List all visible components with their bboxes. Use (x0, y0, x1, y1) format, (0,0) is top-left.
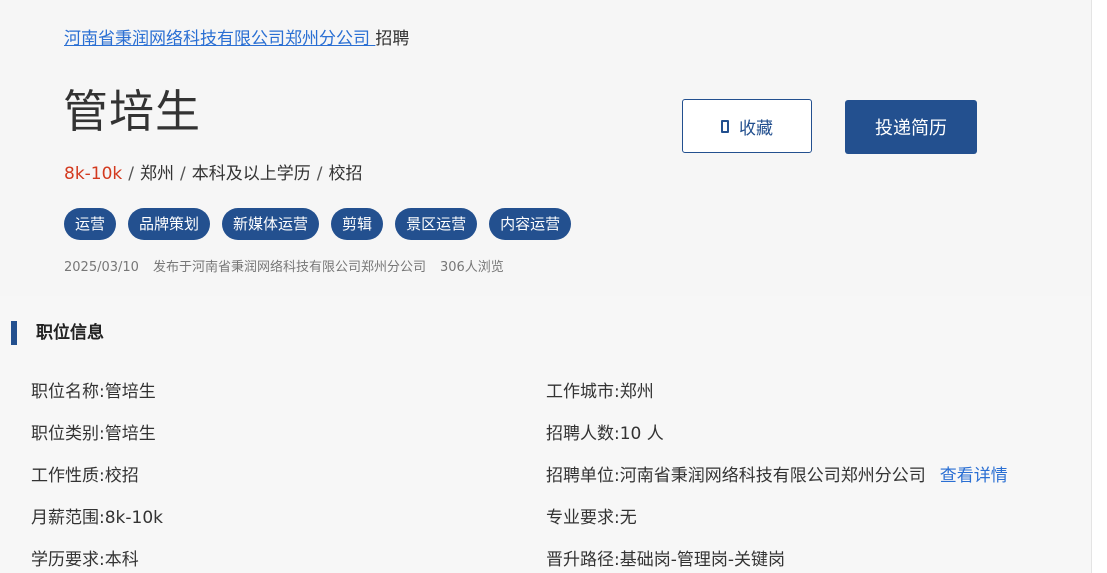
info-label: 招聘人数: (546, 424, 620, 444)
info-salary-range: 月薪范围:8k-10k (31, 506, 163, 530)
info-value: 河南省秉润网络科技有限公司郑州分公司 (619, 466, 926, 486)
city-text: 郑州 (140, 164, 175, 184)
info-value: 10 人 (619, 424, 664, 444)
job-detail-page: 河南省秉润网络科技有限公司郑州分公司 招聘 管培生 8k-10k / 郑州 / 本科及以… (0, 0, 1107, 573)
collect-button[interactable]: 收藏 (682, 99, 812, 153)
job-summary: 8k-10k / 郑州 / 本科及以上学历 / 校招 (64, 162, 362, 186)
info-value: 无 (619, 508, 637, 528)
section-title: 职位信息 (36, 323, 104, 343)
job-meta: 2025/03/10 发布于河南省秉润网络科技有限公司郑州分公司 306人浏览 (64, 259, 518, 277)
info-label: 工作性质: (31, 466, 105, 486)
info-value: 管培生 (104, 382, 156, 402)
apply-resume-button[interactable]: 投递简历 (845, 100, 977, 154)
tag: 运营 (64, 208, 117, 240)
info-headcount: 招聘人数:10 人 (546, 422, 664, 446)
info-value: 校招 (104, 466, 139, 486)
info-major-requirement: 专业要求:无 (546, 506, 637, 530)
skill-tags: 运营 品牌策划 新媒体运营 剪辑 景区运营 内容运营 (64, 208, 572, 240)
publish-date: 2025/03/10 (64, 260, 139, 275)
info-value: 基础岗-管理岗-关键岗 (619, 550, 786, 570)
job-type-text: 校招 (328, 164, 363, 184)
info-work-nature: 工作性质:校招 (31, 464, 139, 488)
tag: 景区运营 (395, 208, 478, 240)
info-value: 郑州 (619, 382, 654, 402)
view-details-link[interactable]: 查看详情 (940, 466, 1008, 486)
view-count: 306人浏览 (439, 260, 504, 275)
info-label: 职位类别: (31, 424, 105, 444)
salary-text: 8k-10k (64, 164, 123, 184)
info-label: 工作城市: (546, 382, 620, 402)
apply-label: 投递简历 (875, 118, 947, 139)
info-promotion-path: 晋升路径:基础岗-管理岗-关键岗 (546, 548, 785, 572)
tag: 剪辑 (331, 208, 384, 240)
info-value: 管培生 (104, 424, 156, 444)
info-education: 学历要求:本科 (31, 548, 139, 572)
info-value: 8k-10k (104, 508, 164, 528)
job-title: 管培生 (63, 85, 202, 138)
education-text: 本科及以上学历 (191, 164, 311, 184)
bookmark-icon (721, 119, 729, 133)
info-employer: 招聘单位:河南省秉润网络科技有限公司郑州分公司 查看详情 (546, 464, 1008, 488)
company-link[interactable]: 河南省秉润网络科技有限公司郑州分公司 (64, 29, 375, 49)
info-label: 招聘单位: (546, 466, 620, 486)
info-label: 月薪范围: (31, 508, 105, 528)
info-label: 学历要求: (31, 550, 105, 570)
separator: / (316, 164, 323, 184)
tag: 品牌策划 (128, 208, 211, 240)
tag: 新媒体运营 (222, 208, 320, 240)
info-label: 职位名称: (31, 382, 105, 402)
tag: 内容运营 (489, 208, 572, 240)
info-label: 专业要求: (546, 508, 620, 528)
separator: / (128, 164, 135, 184)
breadcrumb: 河南省秉润网络科技有限公司郑州分公司 招聘 (64, 28, 409, 50)
info-position-name: 职位名称:管培生 (31, 380, 156, 404)
collect-label: 收藏 (739, 118, 773, 139)
breadcrumb-suffix: 招聘 (375, 29, 410, 49)
publisher-text: 发布于河南省秉润网络科技有限公司郑州分公司 (152, 260, 426, 275)
info-value: 本科 (104, 550, 139, 570)
info-position-category: 职位类别:管培生 (31, 422, 156, 446)
scrollbar-track[interactable] (1091, 0, 1107, 573)
info-work-city: 工作城市:郑州 (546, 380, 654, 404)
info-label: 晋升路径: (546, 550, 620, 570)
section-accent-bar (11, 321, 17, 345)
separator: / (180, 164, 186, 184)
